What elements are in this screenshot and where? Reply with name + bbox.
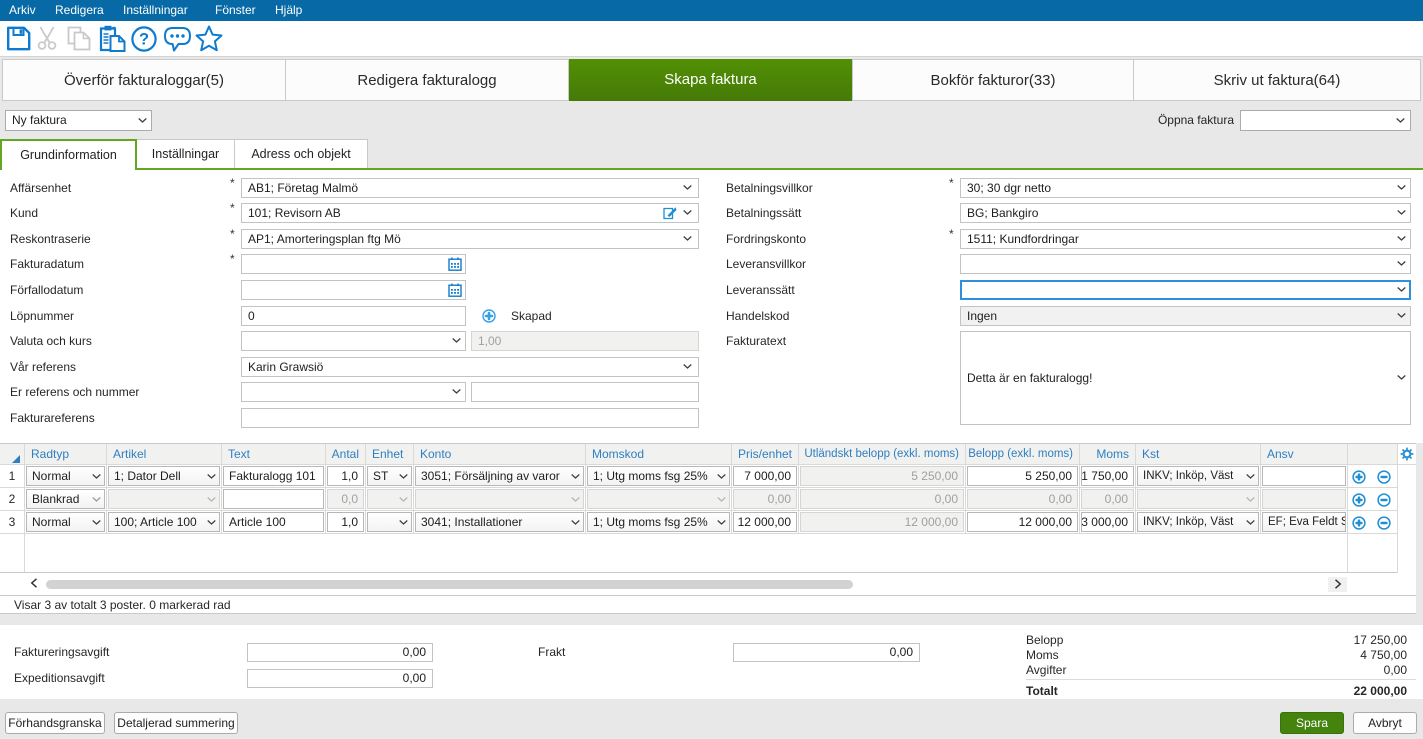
- svg-text:?: ?: [139, 31, 149, 49]
